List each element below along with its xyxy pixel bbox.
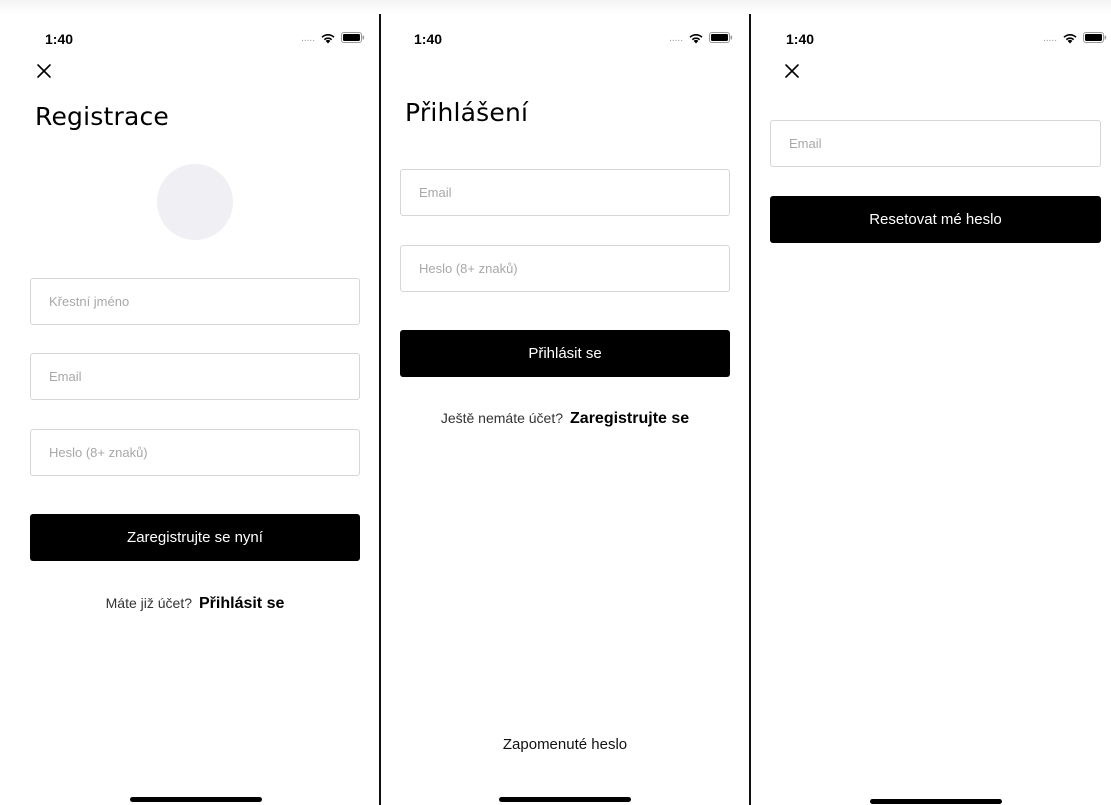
status-time: 1:40 <box>786 31 815 47</box>
login-prompt-text: Máte již účet? <box>105 595 192 611</box>
password-field[interactable] <box>400 245 730 292</box>
page-title: Registrace <box>35 102 169 131</box>
status-time: 1:40 <box>414 31 443 47</box>
register-prompt-text: Ještě nemáte účet? <box>440 410 564 426</box>
register-button[interactable]: Zaregistrujte se nyní <box>30 514 360 561</box>
close-icon[interactable] <box>36 63 52 79</box>
wifi-icon <box>1063 33 1077 43</box>
wifi-icon <box>689 33 703 43</box>
email-input[interactable] <box>31 354 359 399</box>
password-input[interactable] <box>31 430 359 475</box>
close-icon[interactable] <box>784 63 800 79</box>
email-field[interactable] <box>770 120 1101 167</box>
status-icons: ..... <box>1043 31 1107 44</box>
page-title: Přihlášení <box>405 98 529 127</box>
register-prompt: Ještě nemáte účet? Zaregistrujte se <box>400 410 730 428</box>
password-input[interactable] <box>401 246 729 291</box>
email-field[interactable] <box>400 169 730 216</box>
avatar-placeholder[interactable] <box>157 164 233 240</box>
home-indicator <box>499 797 631 802</box>
status-time: 1:40 <box>45 31 74 47</box>
home-indicator <box>130 797 262 802</box>
home-indicator <box>870 799 1002 804</box>
reset-password-button[interactable]: Resetovat mé heslo <box>770 196 1101 243</box>
register-link[interactable]: Zaregistrujte se <box>570 410 689 428</box>
status-icons: ..... <box>669 31 733 44</box>
password-field[interactable] <box>30 429 360 476</box>
first-name-field[interactable] <box>30 278 360 325</box>
login-link[interactable]: Přihlásit se <box>199 595 284 613</box>
register-screen: 1:40 ..... Registrace Zaregistrujte se n… <box>10 14 379 805</box>
login-button[interactable]: Přihlásit se <box>400 330 730 377</box>
top-shade <box>0 0 1111 14</box>
email-field[interactable] <box>30 353 360 400</box>
screen-divider <box>749 14 751 805</box>
battery-icon <box>1083 32 1107 43</box>
signal-icon: ..... <box>669 33 683 44</box>
reset-screen: 1:40 ..... Resetovat mé heslo <box>751 14 1111 805</box>
screen-divider <box>379 14 381 805</box>
battery-icon <box>709 32 733 43</box>
signal-icon: ..... <box>301 33 315 44</box>
first-name-input[interactable] <box>31 279 359 324</box>
wifi-icon <box>321 33 335 43</box>
email-input[interactable] <box>771 121 1100 166</box>
status-icons: ..... <box>301 31 365 44</box>
forgot-password-link[interactable]: Zapomenuté heslo <box>400 736 730 753</box>
battery-icon <box>341 32 365 43</box>
signal-icon: ..... <box>1043 33 1057 44</box>
email-input[interactable] <box>401 170 729 215</box>
login-screen: 1:40 ..... Přihlášení Přihlásit se Ještě… <box>381 14 749 805</box>
login-prompt: Máte již účet? Přihlásit se <box>30 595 360 613</box>
